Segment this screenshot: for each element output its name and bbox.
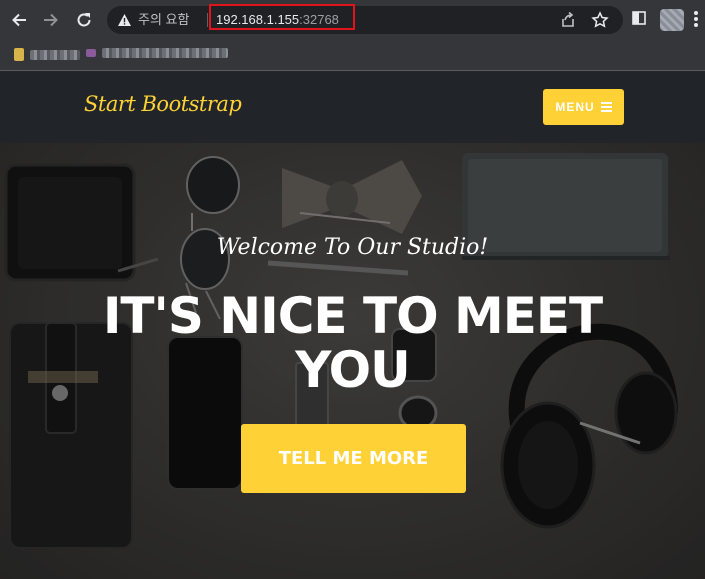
hero-section: Welcome To Our Studio! IT'S NICE TO MEET… — [0, 143, 705, 579]
bookmarks-bar — [0, 40, 705, 70]
arrow-right-icon — [44, 13, 58, 27]
hamburger-icon — [600, 100, 612, 114]
profile-avatar[interactable] — [660, 9, 684, 31]
tell-me-more-button[interactable]: TELL ME MORE — [241, 424, 466, 493]
bookmark-favicon-icon — [86, 49, 96, 57]
bookmark-item[interactable] — [14, 48, 80, 61]
navbar-brand[interactable]: Start Bootstrap — [84, 92, 242, 116]
arrow-left-icon — [12, 13, 26, 27]
browser-toolbar: 주의 요함 192.168.1.155:32768 — [0, 0, 705, 40]
bookmark-favicon-icon — [14, 48, 24, 61]
hero-heading: IT'S NICE TO MEET YOU — [102, 287, 603, 399]
hero-subheading: Welcome To Our Studio! — [216, 235, 489, 260]
bookmark-item[interactable] — [86, 48, 228, 58]
url-text[interactable]: 192.168.1.155:32768 — [216, 12, 339, 28]
url-port: :32768 — [299, 12, 339, 27]
forward-button[interactable] — [37, 6, 65, 34]
back-button[interactable] — [5, 6, 33, 34]
reload-button[interactable] — [70, 6, 98, 34]
star-icon[interactable] — [591, 11, 609, 29]
reload-icon — [77, 13, 91, 27]
address-bar[interactable]: 주의 요함 192.168.1.155:32768 — [107, 4, 623, 34]
warning-icon — [118, 14, 131, 26]
site-security-indicator[interactable]: 주의 요함 — [117, 12, 189, 28]
security-label: 주의 요함 — [138, 12, 190, 27]
side-panel-icon[interactable] — [632, 11, 646, 25]
chrome-menu-icon[interactable] — [693, 10, 699, 30]
bookmark-label-redacted — [102, 48, 228, 58]
site-navbar: Start Bootstrap MENU — [0, 71, 705, 143]
menu-label: MENU — [555, 100, 595, 114]
browser-chrome: 주의 요함 192.168.1.155:32768 — [0, 0, 705, 71]
url-host: 192.168.1.155 — [216, 12, 300, 27]
menu-button[interactable]: MENU — [543, 89, 624, 125]
bookmark-label-redacted — [30, 49, 80, 60]
omnibox-divider — [207, 13, 208, 27]
share-icon[interactable] — [559, 11, 577, 29]
